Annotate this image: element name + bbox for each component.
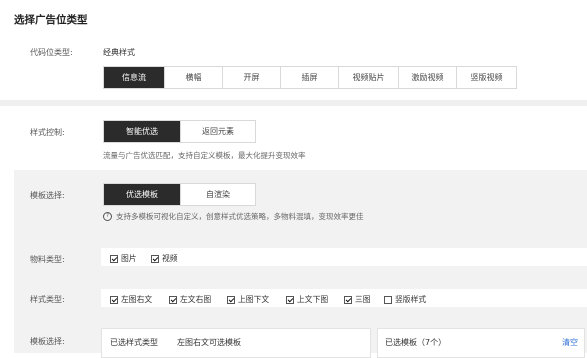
- style-three-images-label: 三图: [355, 295, 371, 304]
- checkbox-checked-icon: [110, 254, 118, 263]
- checkbox-checked-icon: [344, 295, 352, 304]
- checkbox-checked-icon: [286, 295, 294, 304]
- selected-templates-card: 已选模板（7个） 清空: [377, 328, 585, 358]
- selected-style-type-label: 已选样式类型: [110, 338, 158, 347]
- checkbox-checked-icon: [110, 295, 118, 304]
- style-left-image-label: 左图右文: [121, 295, 153, 304]
- material-video-label: 视频: [162, 254, 178, 263]
- selected-templates-count: 已选模板（7个）: [385, 338, 447, 347]
- tab-interstitial[interactable]: 插屏: [280, 67, 338, 88]
- checkbox-checked-icon: [151, 254, 159, 263]
- return-elements-option[interactable]: 返回元素: [180, 121, 255, 142]
- help-circle-icon: ?: [103, 212, 112, 221]
- tab-banner[interactable]: 横幅: [164, 67, 222, 88]
- self-render-option[interactable]: 自渲染: [180, 184, 255, 205]
- style-left-text-label: 左文右图: [180, 295, 212, 304]
- checkbox-checked-icon: [227, 295, 235, 304]
- preferred-template-option[interactable]: 优选模板: [104, 184, 180, 205]
- style-top-image-label: 上图下文: [238, 295, 270, 304]
- material-image-label: 图片: [121, 254, 137, 263]
- material-type-label: 物料类型:: [30, 255, 65, 264]
- template-select-label: 模板选择:: [30, 191, 65, 200]
- clear-button[interactable]: 清空: [562, 337, 578, 348]
- smart-select-option[interactable]: 智能优选: [104, 121, 180, 142]
- style-control-options: 智能优选 返回元素: [103, 120, 256, 143]
- style-left-image-checkbox[interactable]: 左图右文: [110, 294, 152, 305]
- template-choose-label: 模板选择:: [30, 337, 65, 346]
- style-left-text-checkbox[interactable]: 左文右图: [169, 294, 211, 305]
- template-select-options: 优选模板 自渲染: [103, 183, 256, 206]
- selected-style-type-card: 已选样式类型 左图右文可选模板: [101, 328, 371, 358]
- style-top-text-label: 上文下图: [297, 295, 329, 304]
- tab-rewarded-video[interactable]: 激励视频: [398, 67, 456, 88]
- ad-slot-type-label: 代码位类型:: [30, 48, 73, 57]
- ad-slot-tabs: 信息流 横幅 开屏 插屏 视频贴片 激励视频 竖版视频: [103, 66, 517, 89]
- tab-splash[interactable]: 开屏: [222, 67, 280, 88]
- style-control-label: 样式控制:: [30, 128, 65, 137]
- selected-style-type-value: 左图右文可选模板: [177, 338, 241, 347]
- style-three-images-checkbox[interactable]: 三图: [344, 294, 371, 305]
- section-title: 选择广告位类型: [14, 14, 88, 26]
- checkbox-unchecked-icon: [384, 295, 392, 304]
- style-top-image-checkbox[interactable]: 上图下文: [227, 294, 269, 305]
- template-hint: ? 支持多模板可视化自定义，创意样式优选策略，多物料混填，变现效率更佳: [103, 211, 364, 222]
- tab-video-patch[interactable]: 视频贴片: [338, 67, 398, 88]
- tab-feed[interactable]: 信息流: [104, 67, 164, 88]
- style-vertical-checkbox[interactable]: 竖版样式: [384, 294, 426, 305]
- style-control-hint: 流量与广告优选匹配，支持自定义模板，最大化提升变现效率: [103, 151, 306, 160]
- tab-vertical-video[interactable]: 竖版视频: [456, 67, 516, 88]
- checkbox-checked-icon: [169, 295, 177, 304]
- section-divider: [0, 100, 587, 106]
- template-hint-text: 支持多模板可视化自定义，创意样式优选策略，多物料混填，变现效率更佳: [116, 212, 364, 221]
- ad-slot-type-value: 经典样式: [103, 48, 135, 57]
- material-image-checkbox[interactable]: 图片: [110, 253, 137, 264]
- style-vertical-label: 竖版样式: [395, 295, 427, 304]
- material-video-checkbox[interactable]: 视频: [151, 253, 178, 264]
- style-top-text-checkbox[interactable]: 上文下图: [286, 294, 328, 305]
- style-type-label: 样式类型:: [30, 295, 65, 304]
